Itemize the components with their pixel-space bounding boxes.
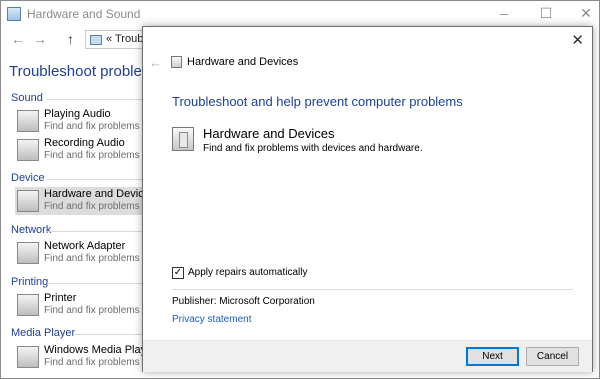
item-title: Printer: [44, 292, 77, 304]
maximize-button[interactable]: ☐: [535, 5, 557, 22]
dialog-footer: Next Cancel: [143, 340, 592, 372]
apply-repairs-checkbox[interactable]: ✓: [172, 267, 184, 279]
list-item-recording-audio[interactable]: Recording Audio Find and fix problems wi…: [15, 136, 235, 164]
apply-repairs-label[interactable]: Apply repairs automatically: [188, 267, 308, 278]
background-titlebar: Hardware and Sound – ☐ ✕: [1, 1, 599, 27]
category-sound: Sound: [11, 92, 43, 104]
troubleshooter-description: Find and fix problems with devices and h…: [203, 143, 423, 154]
speaker-icon: [17, 110, 39, 132]
troubleshooter-dialog: ✕ ← Hardware and Devices Troubleshoot an…: [142, 26, 593, 372]
network-adapter-icon: [17, 242, 39, 264]
divider: [47, 179, 142, 180]
hardware-icon: [171, 56, 182, 68]
forward-arrow-icon[interactable]: →: [33, 31, 47, 47]
folder-icon: [90, 35, 102, 45]
dvd-icon: [17, 346, 39, 368]
divider: [47, 99, 142, 100]
list-item-playing-audio[interactable]: Playing Audio Find and fix problems with…: [15, 107, 225, 135]
divider: [172, 289, 573, 290]
list-item-windows-media-player-dvd[interactable]: Windows Media Player DVD Find and fix pr…: [15, 343, 224, 371]
item-title: Recording Audio: [44, 137, 125, 149]
next-button[interactable]: Next: [466, 347, 519, 366]
dialog-close-button[interactable]: ✕: [571, 31, 584, 49]
divider: [75, 334, 142, 335]
item-title: Playing Audio: [44, 108, 111, 120]
list-item-printer[interactable]: Printer Find and fix problems with print…: [15, 291, 196, 319]
item-title: Network Adapter: [44, 240, 126, 252]
category-printing: Printing: [11, 276, 49, 288]
hardware-devices-icon: [172, 127, 194, 151]
divider: [47, 231, 142, 232]
publisher-text: Publisher: Microsoft Corporation: [172, 296, 315, 307]
dialog-title: Hardware and Devices: [187, 56, 299, 68]
cancel-button[interactable]: Cancel: [526, 347, 579, 366]
back-arrow-icon[interactable]: ←: [11, 31, 25, 47]
dialog-heading: Troubleshoot and help prevent computer p…: [172, 94, 463, 109]
category-media-player: Media Player: [11, 327, 76, 339]
close-button[interactable]: ✕: [575, 5, 597, 22]
category-network: Network: [11, 224, 52, 236]
address-prefix: «: [106, 33, 113, 45]
minimize-button[interactable]: –: [493, 5, 515, 21]
list-item-hardware-and-devices[interactable]: Hardware and Devices Find and fix proble…: [15, 187, 197, 215]
troubleshooter-name: Hardware and Devices: [203, 126, 335, 141]
list-item-network-adapter[interactable]: Network Adapter Find and fix problems wi…: [15, 239, 240, 267]
item-title: Hardware and Devices: [44, 188, 156, 200]
dialog-back-arrow-icon[interactable]: ←: [149, 55, 162, 70]
printer-icon: [17, 294, 39, 316]
navigation-bar: ← → ↑ « Troubleshooting: [1, 27, 193, 51]
microphone-icon: [17, 139, 39, 161]
divider: [47, 283, 142, 284]
privacy-statement-link[interactable]: Privacy statement: [172, 314, 251, 325]
category-device: Device: [11, 172, 45, 184]
control-panel-icon: [7, 7, 21, 21]
hardware-icon: [17, 190, 39, 212]
up-arrow-icon[interactable]: ↑: [67, 31, 74, 47]
background-window-title: Hardware and Sound: [27, 7, 141, 21]
